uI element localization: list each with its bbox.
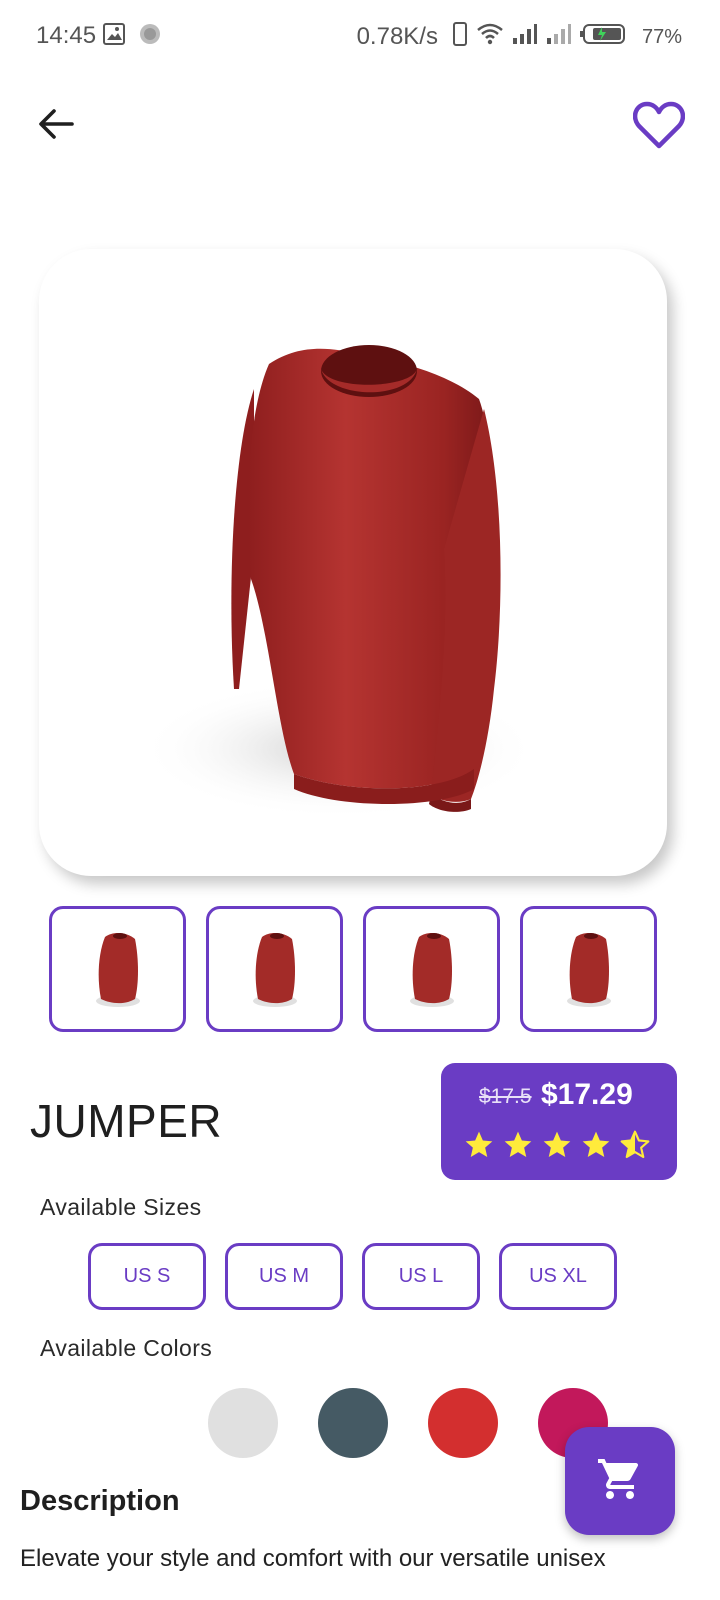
gallery-icon	[102, 22, 126, 51]
product-image	[39, 249, 667, 876]
star-icon	[543, 1131, 571, 1157]
battery-percent: 77%	[641, 25, 682, 48]
thumbnail-row	[49, 906, 657, 1032]
size-option-us-xl[interactable]: US XL	[499, 1243, 617, 1310]
star-icon	[582, 1131, 610, 1157]
description-heading: Description	[20, 1485, 180, 1517]
color-swatch-light-grey[interactable]	[208, 1388, 278, 1458]
red-jumper-thumbnail	[95, 933, 140, 1007]
size-option-us-l[interactable]: US L	[362, 1243, 480, 1310]
heart-outline-icon	[632, 101, 686, 154]
thumbnail-4[interactable]	[520, 906, 657, 1032]
old-price: $17.5	[479, 1085, 532, 1108]
description-text: Elevate your style and comfort with our …	[20, 1545, 606, 1572]
network-speed: 0.78K/s	[356, 23, 438, 50]
cart-icon	[596, 1455, 644, 1508]
size-option-us-m[interactable]: US M	[225, 1243, 343, 1310]
star-icon	[465, 1131, 493, 1157]
signal-icon	[546, 23, 572, 51]
available-sizes-label: Available Sizes	[40, 1194, 202, 1220]
wifi-icon	[476, 22, 504, 52]
back-button[interactable]	[30, 100, 82, 152]
add-to-cart-button[interactable]	[565, 1427, 675, 1535]
price-box: $17.5 $17.29	[441, 1063, 677, 1180]
size-option-us-s[interactable]: US S	[88, 1243, 206, 1310]
sync-icon	[138, 22, 162, 51]
arrow-back-icon	[36, 104, 76, 149]
size-options: US S US M US L US XL	[88, 1243, 618, 1310]
thumbnail-1[interactable]	[49, 906, 186, 1032]
star-icon	[504, 1131, 532, 1157]
red-jumper-thumbnail	[409, 933, 454, 1007]
color-swatch-red[interactable]	[428, 1388, 498, 1458]
signal-icon	[512, 23, 538, 51]
current-price: $17.29	[541, 1078, 633, 1111]
color-swatch-slate[interactable]	[318, 1388, 388, 1458]
favorite-button[interactable]	[628, 96, 690, 158]
status-bar: 14:45 0.78K/s 77%	[0, 0, 720, 72]
thumbnail-3[interactable]	[363, 906, 500, 1032]
status-time: 14:45	[36, 22, 97, 49]
available-colors-label: Available Colors	[40, 1335, 213, 1361]
product-title: JUMPER	[30, 1095, 223, 1147]
star-half-icon	[620, 1130, 650, 1159]
rating-stars	[463, 1129, 651, 1161]
vibrate-icon	[452, 22, 468, 52]
thumbnail-2[interactable]	[206, 906, 343, 1032]
red-jumper-thumbnail	[252, 933, 297, 1007]
color-options	[208, 1388, 608, 1458]
red-jumper-thumbnail	[566, 933, 611, 1007]
red-jumper-image	[139, 345, 539, 819]
battery-icon	[579, 22, 628, 52]
